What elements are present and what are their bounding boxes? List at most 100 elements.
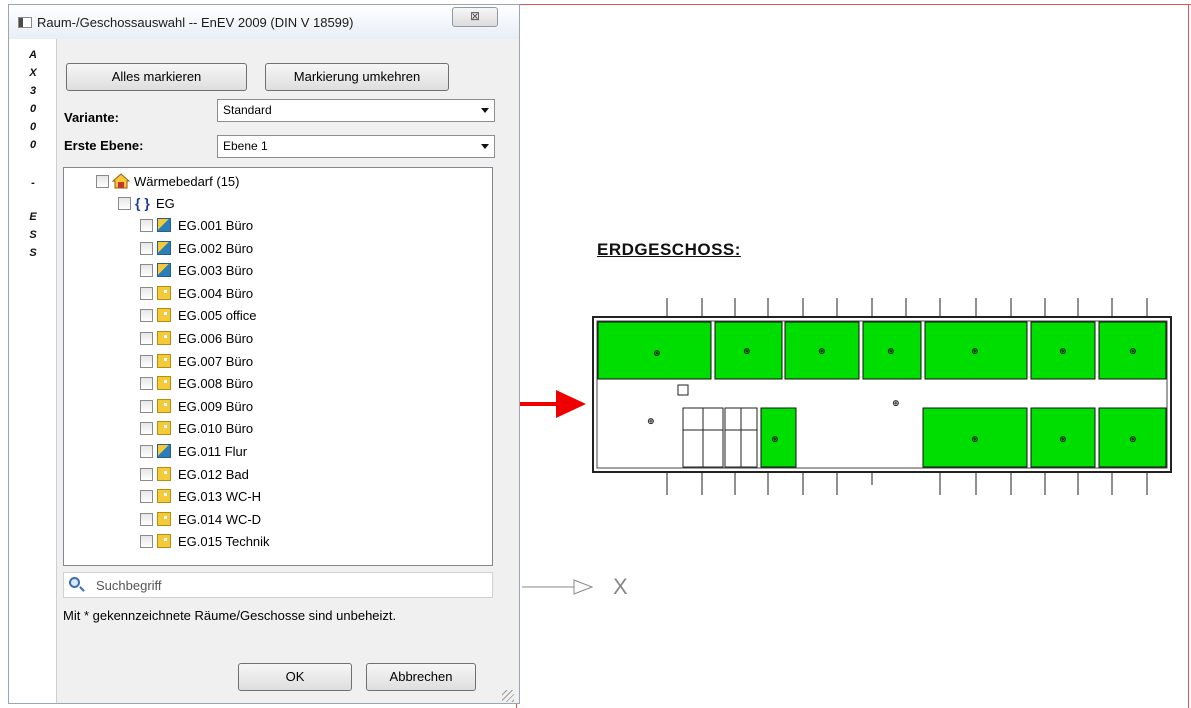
invert-selection-button[interactable]: Markierung umkehren bbox=[265, 63, 449, 91]
tree-checkbox[interactable] bbox=[140, 512, 153, 526]
tree-item-label: EG.013 WC-H bbox=[178, 489, 262, 505]
room-yellow-icon bbox=[157, 353, 171, 368]
tree-checkbox[interactable] bbox=[140, 490, 153, 504]
title-bar[interactable]: Raum-/Geschossauswahl -- EnEV 2009 (DIN … bbox=[9, 5, 519, 39]
svg-text:⊕: ⊕ bbox=[1059, 435, 1067, 445]
svg-text:⊕: ⊕ bbox=[653, 349, 661, 359]
search-field[interactable]: Suchbegriff bbox=[63, 572, 493, 598]
tree-item-label: EG.011 Flur bbox=[178, 444, 248, 459]
side-letter: 3 bbox=[29, 85, 37, 97]
side-letter: 0 bbox=[29, 139, 37, 151]
tree-item-label: EG.004 Büro bbox=[178, 285, 254, 301]
variant-label: Variante: bbox=[64, 110, 119, 125]
house-icon bbox=[112, 173, 130, 189]
variant-value: Standard bbox=[223, 103, 272, 117]
chevron-down-icon bbox=[481, 108, 489, 113]
search-icon bbox=[69, 577, 80, 588]
room-yellow-icon bbox=[157, 511, 171, 526]
svg-text:⊕: ⊕ bbox=[892, 399, 900, 409]
room-blue-icon bbox=[157, 263, 171, 278]
app-window: ERDGESCHOSS: ⊕ ⊕ ⊕ ⊕ ⊕ ⊕ ⊕ ⊕ ⊕ ⊕ ⊕ ⊕ ⊕ X… bbox=[0, 0, 1191, 708]
tree-checkbox[interactable] bbox=[140, 377, 153, 391]
tree-checkbox[interactable] bbox=[140, 286, 153, 300]
tree-checkbox[interactable] bbox=[96, 175, 109, 188]
radiators-bottom bbox=[666, 472, 1148, 495]
room-tree[interactable]: Wärmebedarf (15) { } EG EG.001 Büro EG.00… bbox=[63, 167, 493, 566]
room-blue-icon bbox=[157, 444, 171, 458]
svg-text:⊕: ⊕ bbox=[1129, 347, 1137, 357]
room-blue-icon bbox=[157, 240, 171, 255]
tree-checkbox[interactable] bbox=[140, 535, 153, 549]
side-letter: E bbox=[29, 211, 37, 223]
tree-item-label: EG.001 Büro bbox=[178, 218, 254, 233]
side-letter: X bbox=[29, 67, 37, 79]
cancel-button[interactable]: Abbrechen bbox=[366, 663, 476, 691]
window-title: Raum-/Geschossauswahl -- EnEV 2009 (DIN … bbox=[37, 15, 354, 30]
room-blue-icon bbox=[157, 218, 171, 232]
search-placeholder: Suchbegriff bbox=[96, 578, 162, 593]
svg-text:⊕: ⊕ bbox=[971, 435, 979, 445]
svg-text:⊕: ⊕ bbox=[771, 435, 779, 445]
wc-block bbox=[682, 407, 758, 468]
svg-text:⊕: ⊕ bbox=[647, 417, 655, 427]
tree-item-label: EG.010 Büro bbox=[178, 421, 254, 437]
x-axis-arrow-icon bbox=[522, 579, 594, 595]
x-axis-label: X bbox=[613, 574, 628, 599]
select-all-button[interactable]: Alles markieren bbox=[66, 63, 247, 91]
variant-select[interactable]: Standard bbox=[217, 99, 495, 122]
room-yellow-icon bbox=[157, 489, 171, 504]
x-axis-marker: X bbox=[522, 572, 628, 607]
tree-checkbox[interactable] bbox=[140, 467, 153, 481]
tree-checkbox[interactable] bbox=[140, 399, 153, 413]
tree-item-label: EG.009 Büro bbox=[178, 398, 254, 414]
tree-item-label: EG.005 office bbox=[178, 308, 257, 324]
tree-checkbox[interactable] bbox=[140, 309, 153, 323]
room-yellow-icon bbox=[157, 466, 171, 481]
room-yellow-icon bbox=[157, 534, 171, 549]
tree-checkbox[interactable] bbox=[140, 332, 153, 345]
tree-item-label: EG bbox=[156, 196, 175, 211]
floor-plan-title: ERDGESCHOSS: bbox=[597, 240, 741, 259]
close-button[interactable]: ⊠ bbox=[452, 7, 498, 27]
tree-item-label: EG.015 Technik bbox=[178, 534, 270, 550]
side-letter: - bbox=[31, 177, 35, 189]
radiators-top bbox=[666, 298, 1148, 317]
tree-checkbox[interactable] bbox=[140, 354, 153, 368]
tree-checkbox[interactable] bbox=[140, 422, 153, 436]
tree-item-label: EG.006 Büro bbox=[178, 331, 254, 346]
tree-item-label: EG.014 WC-D bbox=[178, 511, 262, 527]
tree-checkbox[interactable] bbox=[140, 241, 153, 255]
side-letter: S bbox=[29, 229, 37, 241]
room-yellow-icon bbox=[157, 308, 171, 323]
tree-item-label: EG.002 Büro bbox=[178, 240, 254, 256]
tree-item-label: Wärmebedarf (15) bbox=[134, 174, 240, 189]
svg-text:⊕: ⊕ bbox=[743, 347, 751, 357]
side-letter: A bbox=[29, 49, 37, 61]
tree-checkbox[interactable] bbox=[140, 219, 153, 232]
tree-checkbox[interactable] bbox=[118, 197, 131, 210]
floor-plan-drawing[interactable]: ⊕ ⊕ ⊕ ⊕ ⊕ ⊕ ⊕ ⊕ ⊕ ⊕ ⊕ ⊕ ⊕ bbox=[585, 290, 1175, 505]
tree-item-label: EG.012 Bad bbox=[178, 466, 249, 482]
room-yellow-icon bbox=[157, 398, 171, 413]
window-icon bbox=[18, 17, 32, 28]
side-label-strip: A X 3 0 0 0 - E S S bbox=[9, 39, 57, 703]
svg-text:⊕: ⊕ bbox=[1059, 347, 1067, 357]
first-level-select[interactable]: Ebene 1 bbox=[217, 135, 495, 158]
unheated-hint: Mit * gekennzeichnete Räume/Geschosse si… bbox=[63, 608, 397, 623]
ok-button[interactable]: OK bbox=[238, 663, 352, 691]
canvas-frame-top bbox=[516, 4, 1191, 5]
svg-text:⊕: ⊕ bbox=[1129, 435, 1137, 445]
first-level-label: Erste Ebene: bbox=[64, 138, 144, 153]
stair-symbol bbox=[677, 384, 689, 396]
tree-checkbox[interactable] bbox=[140, 264, 153, 278]
first-level-value: Ebene 1 bbox=[223, 139, 268, 153]
side-letter: 0 bbox=[29, 103, 37, 115]
chevron-down-icon bbox=[481, 144, 489, 149]
side-letter: S bbox=[29, 247, 37, 259]
tree-checkbox[interactable] bbox=[140, 445, 153, 458]
resize-grip[interactable] bbox=[502, 690, 514, 702]
room-yellow-icon bbox=[157, 331, 171, 345]
tree-item-label: EG.008 Büro bbox=[178, 376, 254, 392]
svg-text:⊕: ⊕ bbox=[818, 347, 826, 357]
svg-text:⊕: ⊕ bbox=[887, 347, 895, 357]
